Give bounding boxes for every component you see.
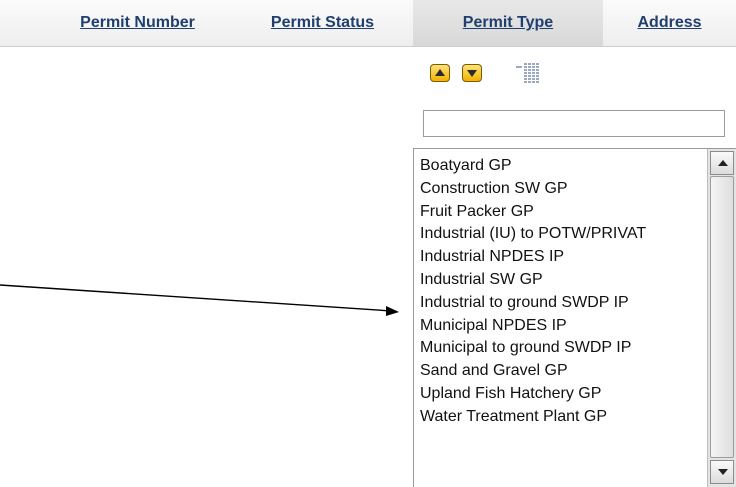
option-item[interactable]: Sand and Gravel GP	[420, 360, 710, 383]
permit-type-filter-dropdown: Boatyard GP Construction SW GP Fruit Packe…	[413, 47, 736, 487]
sort-descending-button[interactable]	[462, 64, 482, 82]
sort-descending-icon	[467, 70, 477, 77]
permit-type-options-list[interactable]: Boatyard GP Construction SW GP Fruit Packe…	[413, 148, 736, 487]
option-item[interactable]: Industrial NPDES IP	[420, 246, 710, 269]
option-item[interactable]: Industrial (IU) to POTW/PRIVAT	[420, 223, 710, 246]
option-item[interactable]: Industrial SW GP	[420, 269, 710, 292]
options-container: Boatyard GP Construction SW GP Fruit Packe…	[420, 155, 710, 429]
option-item[interactable]: Water Treatment Plant GP	[420, 406, 710, 429]
option-item[interactable]: Municipal to ground SWDP IP	[420, 337, 710, 360]
scroll-down-icon	[718, 469, 728, 475]
scroll-up-button[interactable]	[710, 151, 734, 175]
sort-ascending-icon	[435, 69, 445, 76]
scroll-up-icon	[718, 160, 728, 166]
scroll-down-button[interactable]	[710, 460, 734, 484]
select-all-icon[interactable]	[514, 63, 542, 85]
scroll-thumb[interactable]	[710, 176, 734, 458]
option-item[interactable]: Industrial to ground SWDP IP	[420, 292, 710, 315]
option-item[interactable]: Municipal NPDES IP	[420, 315, 710, 338]
sort-ascending-button[interactable]	[430, 64, 450, 82]
option-item[interactable]: Construction SW GP	[420, 178, 710, 201]
option-item[interactable]: Boatyard GP	[420, 155, 710, 178]
option-item[interactable]: Fruit Packer GP	[420, 201, 710, 224]
filter-search-input[interactable]	[423, 110, 725, 137]
option-item[interactable]: Upland Fish Hatchery GP	[420, 383, 710, 406]
list-scrollbar[interactable]	[707, 149, 736, 487]
